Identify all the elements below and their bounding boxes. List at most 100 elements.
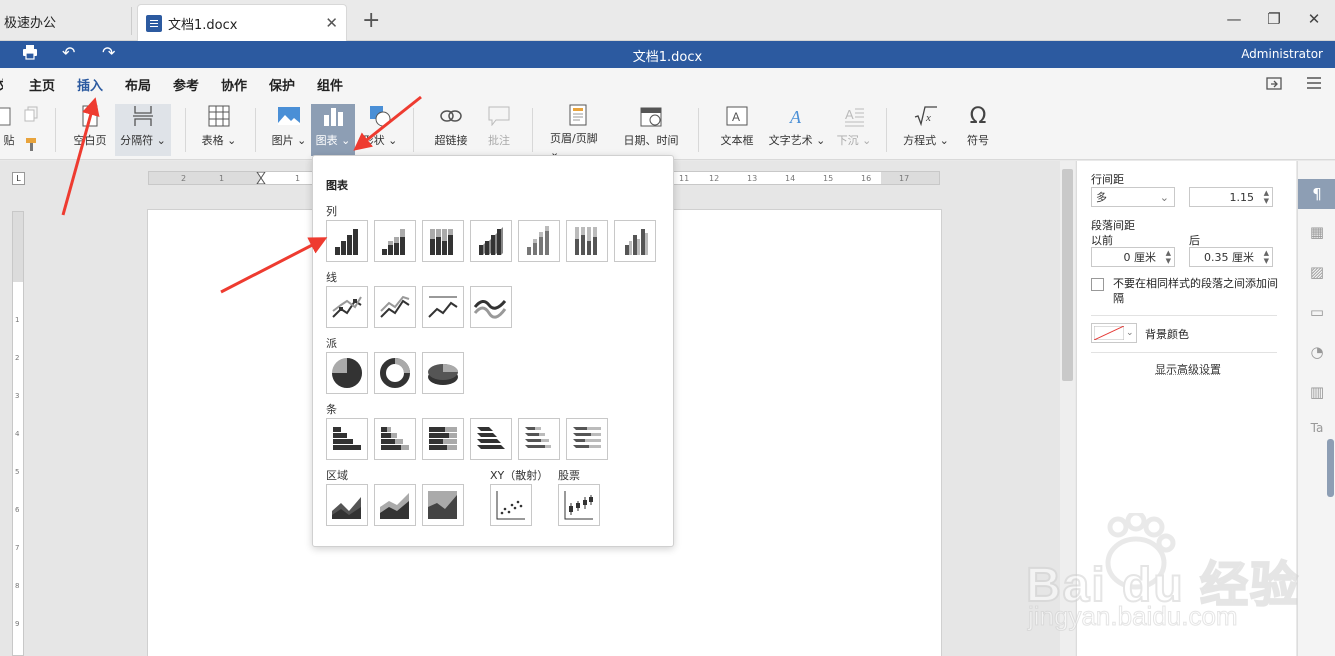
chart-column-3d-stacked[interactable]	[518, 220, 560, 262]
maximize-icon[interactable]: ❐	[1264, 10, 1284, 28]
chart-pie-3d[interactable]	[422, 352, 464, 394]
menu-collaborate[interactable]: 协作	[221, 75, 247, 94]
image-button[interactable]: 图片 ⌄	[270, 104, 308, 156]
chart-menu-title: 图表	[326, 179, 348, 192]
chart-type-dropdown: 图表 列 线 派 条 区域 XY（散射） 股票	[312, 155, 674, 547]
svg-text:4: 4	[15, 430, 20, 438]
chart-line-percent[interactable]	[422, 286, 464, 328]
document-title: 文档1.docx	[632, 50, 703, 65]
chart-column-clustered[interactable]	[326, 220, 368, 262]
xy-section-label: XY（散射）	[490, 469, 549, 482]
chart-column-3d-clustered[interactable]	[470, 220, 512, 262]
chart-line-markers[interactable]	[326, 286, 368, 328]
chart-column-3d-percent[interactable]	[566, 220, 608, 262]
chart-area-percent[interactable]	[422, 484, 464, 526]
chart-line-3d[interactable]	[470, 286, 512, 328]
shape-button[interactable]: 形状 ⌄	[360, 104, 400, 156]
symbol-button[interactable]: Ω 符号	[960, 104, 996, 156]
chart-doughnut[interactable]	[374, 352, 416, 394]
spacing-after-input[interactable]: 0.35 厘米 ▲ ▼	[1189, 247, 1273, 267]
dropcap-icon: A	[841, 104, 867, 128]
show-advanced-link[interactable]: 显示高级设置	[1155, 361, 1221, 377]
header-settings-icon[interactable]: ▭	[1306, 301, 1328, 323]
minimize-icon[interactable]: —	[1224, 10, 1244, 28]
close-tab-icon[interactable]: ✕	[325, 14, 338, 32]
menu-protect[interactable]: 保护	[269, 75, 295, 94]
chart-bar-percent[interactable]	[422, 418, 464, 460]
datetime-button[interactable]: 日期、时间	[620, 104, 682, 156]
scrollbar-thumb[interactable]	[1062, 169, 1073, 381]
separator-button[interactable]: 分隔符 ⌄	[115, 104, 171, 156]
equation-button[interactable]: x 方程式 ⌄	[902, 104, 950, 156]
open-location-icon[interactable]	[1266, 76, 1282, 93]
spacing-before-input[interactable]: 0 厘米 ▲ ▼	[1091, 247, 1175, 267]
no-spacing-checkbox[interactable]	[1091, 278, 1104, 291]
chart-bar-stacked[interactable]	[374, 418, 416, 460]
close-window-icon[interactable]: ✕	[1304, 10, 1324, 28]
format-painter-icon[interactable]	[24, 136, 40, 155]
line-spacing-input[interactable]: 1.15 ▲ ▼	[1189, 187, 1273, 207]
line-spacing-mode-select[interactable]: 多 ⌄	[1091, 187, 1175, 207]
new-tab-icon[interactable]: +	[362, 8, 380, 33]
table-settings-icon[interactable]: ▦	[1306, 221, 1328, 243]
menu-layout[interactable]: 布局	[125, 75, 151, 94]
chart-icon	[320, 104, 346, 128]
background-color-picker[interactable]: ⌄	[1091, 323, 1137, 343]
chart-pie[interactable]	[326, 352, 368, 394]
dropcap-button[interactable]: A 下沉 ⌄	[834, 104, 874, 156]
image-icon	[276, 104, 302, 128]
textbox-button[interactable]: A 文本框	[716, 104, 758, 156]
shape-settings-icon[interactable]: ◔	[1306, 341, 1328, 363]
hamburger-icon[interactable]	[1306, 76, 1322, 93]
spinner-icon[interactable]: ▲ ▼	[1166, 249, 1171, 265]
svg-text:17: 17	[899, 174, 909, 183]
comment-button[interactable]: 批注	[480, 104, 518, 156]
chart-bar-clustered[interactable]	[326, 418, 368, 460]
chart-area[interactable]	[326, 484, 368, 526]
hyperlink-button[interactable]: 超链接	[430, 104, 472, 156]
svg-text:A: A	[789, 107, 802, 127]
svg-text:6: 6	[15, 506, 20, 514]
chart-column-3d[interactable]	[614, 220, 656, 262]
chart-button[interactable]: 图表 ⌄	[311, 104, 355, 156]
sidebar-scroll-thumb[interactable]	[1327, 439, 1334, 497]
chart-bar-3d-clustered[interactable]	[470, 418, 512, 460]
calendar-icon	[638, 104, 664, 128]
user-name[interactable]: Administrator	[1241, 47, 1323, 61]
spinner-icon[interactable]: ▲ ▼	[1264, 249, 1269, 265]
menu-insert[interactable]: 插入	[77, 75, 104, 100]
paste-button[interactable]: 贴	[0, 104, 16, 156]
chart-settings-icon[interactable]: ▥	[1306, 381, 1328, 403]
menu-references[interactable]: 参考	[173, 75, 199, 94]
table-button[interactable]: 表格 ⌄	[200, 104, 238, 156]
browser-tab-bar: 极速办公 文档1.docx ✕ + — ❐ ✕	[0, 0, 1335, 41]
tab-stop-selector[interactable]: L	[12, 172, 25, 185]
paragraph-icon[interactable]: ¶	[1298, 179, 1335, 209]
textart-settings-icon[interactable]: Ta	[1306, 417, 1328, 439]
copy-icon[interactable]	[24, 106, 40, 125]
textart-button[interactable]: A 文字艺术 ⌄	[766, 104, 828, 156]
chart-column-stacked[interactable]	[374, 220, 416, 262]
chart-scatter[interactable]	[490, 484, 532, 526]
vertical-ruler[interactable]: 1 2 3 4 5 6 7 8 9	[12, 211, 24, 656]
svg-text:1: 1	[219, 174, 224, 183]
blank-page-button[interactable]: 空白页	[70, 104, 110, 156]
svg-text:1: 1	[295, 174, 300, 183]
tab-app-home[interactable]: 极速办公	[4, 7, 132, 35]
after-label: 后	[1189, 234, 1200, 247]
image-settings-icon[interactable]: ▨	[1306, 261, 1328, 283]
chart-stock[interactable]	[558, 484, 600, 526]
chart-line-stacked[interactable]	[374, 286, 416, 328]
chart-column-percent[interactable]	[422, 220, 464, 262]
chart-bar-3d-percent[interactable]	[566, 418, 608, 460]
svg-text:5: 5	[15, 468, 19, 476]
spinner-icon[interactable]: ▲ ▼	[1264, 189, 1269, 205]
tab-doc-label: 文档1.docx	[168, 17, 238, 33]
header-footer-button[interactable]: 页眉/页脚 ⌄	[550, 104, 606, 159]
menu-components[interactable]: 组件	[317, 75, 343, 94]
menu-home[interactable]: 主页	[29, 75, 55, 94]
chart-area-stacked[interactable]	[374, 484, 416, 526]
chart-bar-3d-stacked[interactable]	[518, 418, 560, 460]
menu-file-partial[interactable]: 文	[0, 75, 3, 94]
tab-document[interactable]: 文档1.docx ✕	[137, 4, 347, 41]
